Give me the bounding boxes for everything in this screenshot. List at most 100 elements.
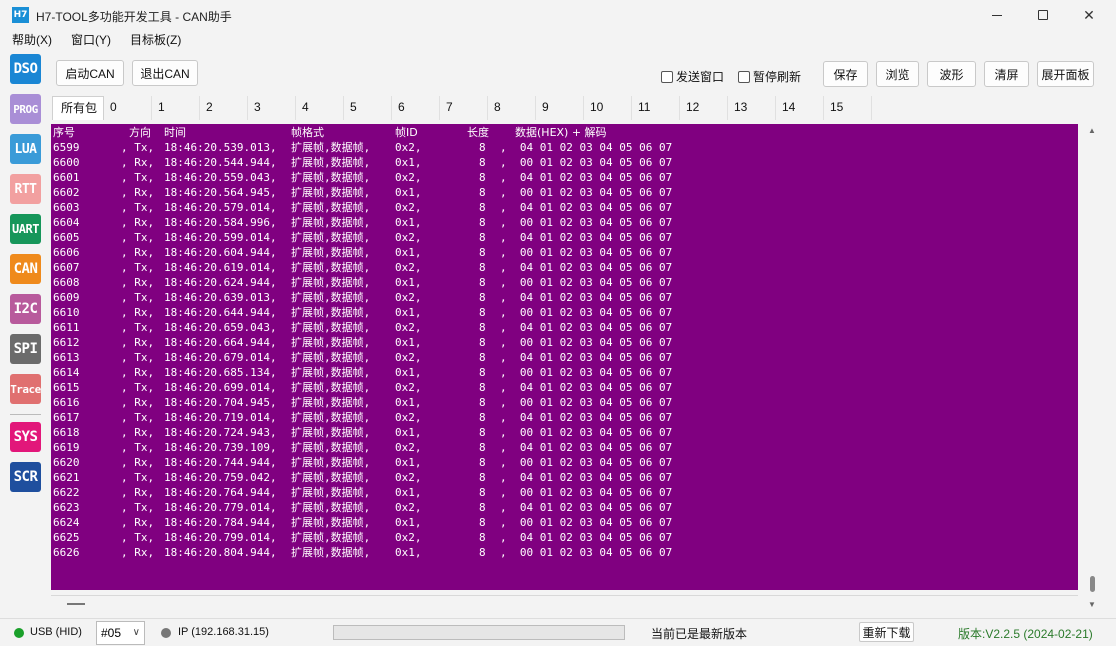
start-can-button[interactable]: 启动CAN (56, 60, 124, 86)
sidebar-item-sys[interactable]: SYS (10, 422, 41, 452)
tab-channel-12[interactable]: 12 (680, 96, 728, 120)
cell-frame-format: 扩展帧,数据帧, (291, 396, 371, 409)
cell-direction: , Tx, (121, 381, 155, 394)
can-log-view[interactable]: 序号 方向 时间 帧格式 帧ID 长度 数据(HEX) + 解码 6599 , T… (51, 124, 1078, 590)
table-header: 序号 方向 时间 帧格式 帧ID 长度 数据(HEX) + 解码 (51, 125, 607, 140)
sidebar-item-lua[interactable]: LUA (10, 134, 41, 164)
tab-channel-6[interactable]: 6 (392, 96, 440, 120)
maximize-button[interactable] (1020, 0, 1066, 30)
browse-button[interactable]: 浏览 (876, 61, 919, 87)
sidebar-item-can[interactable]: CAN (10, 254, 41, 284)
tab-channel-9[interactable]: 9 (536, 96, 584, 120)
waveform-button[interactable]: 波形 (927, 61, 976, 87)
cell-direction: , Rx, (121, 336, 155, 349)
cell-direction: , Rx, (121, 246, 155, 259)
tab-channel-14[interactable]: 14 (776, 96, 824, 120)
redownload-button[interactable]: 重新下载 (859, 622, 914, 642)
cell-time: 18:46:20.599.014, (164, 231, 277, 244)
cell-length: 8 (479, 306, 486, 319)
vertical-scroll-thumb[interactable] (1090, 576, 1095, 592)
cell-direction: , Rx, (121, 366, 155, 379)
save-button[interactable]: 保存 (823, 61, 868, 87)
cell-direction: , Rx, (121, 456, 155, 469)
cell-length: 8 (479, 276, 486, 289)
tab-channel-4[interactable]: 4 (296, 96, 344, 120)
cell-data: , 04 01 02 03 04 05 06 07 (500, 291, 673, 304)
menu-window[interactable]: 窗口(Y) (59, 30, 118, 50)
pause-refresh-checkbox[interactable]: 暂停刷新 (738, 68, 801, 85)
cell-seq: 6607 (53, 261, 80, 274)
sidebar-item-spi[interactable]: SPI (10, 334, 41, 364)
cell-time: 18:46:20.685.134, (164, 366, 277, 379)
sidebar-item-rtt[interactable]: RTT (10, 174, 41, 204)
cell-seq: 6613 (53, 351, 80, 364)
pause-refresh-checkbox-box[interactable] (738, 70, 750, 83)
clear-screen-button[interactable]: 清屏 (984, 61, 1029, 87)
device-select[interactable]: #05 ∨ (96, 621, 145, 645)
tab-channel-10[interactable]: 10 (584, 96, 632, 120)
minimize-button[interactable] (974, 0, 1020, 30)
menu-target-board[interactable]: 目标板(Z) (118, 30, 188, 50)
cell-frame-format: 扩展帧,数据帧, (291, 276, 371, 289)
cell-seq: 6608 (53, 276, 80, 289)
header-frame-format: 帧格式 (291, 126, 324, 139)
tab-channel-8[interactable]: 8 (488, 96, 536, 120)
horizontal-scroll-thumb[interactable] (67, 603, 85, 605)
usb-status: USB (HID) (30, 626, 82, 638)
tab-channel-13[interactable]: 13 (728, 96, 776, 120)
cell-length: 8 (479, 336, 486, 349)
app-icon: H7 (12, 7, 29, 23)
cell-direction: , Tx, (121, 471, 155, 484)
cell-direction: , Tx, (121, 351, 155, 364)
sidebar-item-dso[interactable]: DSO (10, 54, 41, 84)
sidebar-item-prog[interactable]: PROG (10, 94, 41, 124)
cell-seq: 6604 (53, 216, 80, 229)
sidebar-item-i2c[interactable]: I2C (10, 294, 41, 324)
tab-channel-2[interactable]: 2 (200, 96, 248, 120)
tab-channel-1[interactable]: 1 (152, 96, 200, 120)
menu-help[interactable]: 帮助(X) (0, 30, 59, 50)
tab-all-packets[interactable]: 所有包 (52, 96, 104, 120)
vertical-scrollbar[interactable]: ▲ ▼ (1085, 124, 1099, 612)
cell-data: , 04 01 02 03 04 05 06 07 (500, 501, 673, 514)
cell-direction: , Tx, (121, 531, 155, 544)
send-window-checkbox-box[interactable] (661, 70, 673, 83)
cell-data: , 04 01 02 03 04 05 06 07 (500, 441, 673, 454)
sidebar-item-scr[interactable]: SCR (10, 462, 41, 492)
tab-channel-0[interactable]: 0 (104, 96, 152, 120)
cell-data: , 00 01 02 03 04 05 06 07 (500, 456, 673, 469)
tab-channel-11[interactable]: 11 (632, 96, 680, 120)
cell-frame-id: 0x1, (395, 276, 422, 289)
cell-seq: 6618 (53, 426, 80, 439)
send-window-checkbox[interactable]: 发送窗口 (661, 68, 724, 85)
expand-panel-button[interactable]: 展开面板 (1037, 61, 1094, 87)
sidebar-item-trace[interactable]: Trace (10, 374, 41, 404)
sidebar-item-uart[interactable]: UART (10, 214, 41, 244)
cell-frame-id: 0x2, (395, 171, 422, 184)
tab-channel-3[interactable]: 3 (248, 96, 296, 120)
cell-frame-id: 0x2, (395, 411, 422, 424)
cell-frame-id: 0x2, (395, 321, 422, 334)
exit-can-button[interactable]: 退出CAN (132, 60, 198, 86)
scroll-down-icon[interactable]: ▼ (1088, 600, 1096, 609)
cell-direction: , Rx, (121, 486, 155, 499)
menu-bar: 帮助(X) 窗口(Y) 目标板(Z) (0, 30, 188, 50)
cell-frame-id: 0x1, (395, 246, 422, 259)
scroll-up-icon[interactable]: ▲ (1088, 126, 1096, 135)
horizontal-scrollbar[interactable] (51, 595, 1078, 611)
channel-tabs: 所有包 0 1 2 3 4 5 6 7 8 9 10 11 12 13 14 15 (52, 96, 872, 120)
tab-channel-7[interactable]: 7 (440, 96, 488, 120)
header-data: 数据(HEX) + 解码 (515, 126, 607, 139)
cell-frame-id: 0x2, (395, 501, 422, 514)
cell-direction: , Tx, (121, 201, 155, 214)
cell-length: 8 (479, 261, 486, 274)
close-button[interactable]: ✕ (1066, 0, 1112, 30)
cell-data: , 04 01 02 03 04 05 06 07 (500, 351, 673, 364)
cell-time: 18:46:20.739.109, (164, 441, 277, 454)
cell-frame-format: 扩展帧,数据帧, (291, 306, 371, 319)
tab-channel-5[interactable]: 5 (344, 96, 392, 120)
tab-channel-15[interactable]: 15 (824, 96, 872, 120)
cell-time: 18:46:20.619.014, (164, 261, 277, 274)
cell-length: 8 (479, 141, 486, 154)
cell-seq: 6623 (53, 501, 80, 514)
